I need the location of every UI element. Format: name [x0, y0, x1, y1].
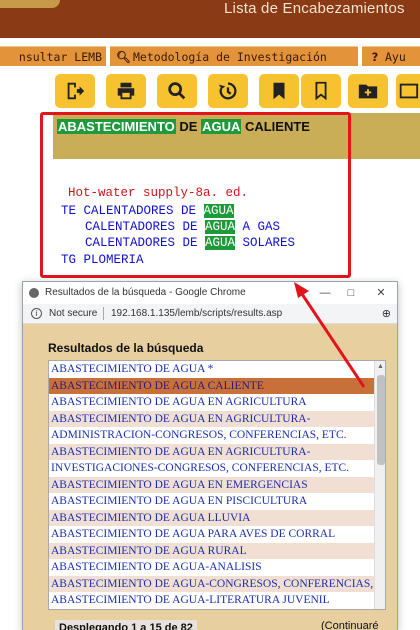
- logo: [0, 0, 60, 8]
- image-icon: [399, 83, 419, 99]
- magnifier-icon: 🔍︎: [116, 50, 131, 64]
- scrollbar[interactable]: ▲: [374, 361, 385, 609]
- list-item[interactable]: ABASTECIMIENTO DE AGUA-LITERATURA JUVENI…: [49, 592, 385, 609]
- tab-label: Metodología de Investigación: [133, 50, 327, 64]
- search-button[interactable]: [157, 74, 197, 108]
- url-text[interactable]: 192.168.1.135/lemb/scripts/results.asp: [111, 308, 282, 319]
- list-item[interactable]: ABASTECIMIENTO DE AGUA EN AGRICULTURA-: [49, 410, 385, 427]
- bookmark-outline-button[interactable]: [301, 74, 341, 108]
- list-item[interactable]: ABASTECIMIENTO DE AGUA EN EMERGENCIAS: [49, 476, 385, 493]
- banner-title: Lista de Encabezamientos: [224, 0, 405, 17]
- export-button[interactable]: [55, 74, 95, 108]
- list-item[interactable]: ABASTECIMIENTO DE AGUA RURAL: [49, 542, 385, 559]
- close-icon[interactable]: ✕: [373, 285, 389, 301]
- list-item[interactable]: ABASTECIMIENTO DE AGUA-CONGRESOS, CONFER…: [49, 575, 385, 592]
- scroll-up-icon[interactable]: ▲: [377, 363, 384, 370]
- question-icon: ?: [371, 50, 379, 64]
- results-list: ABASTECIMIENTO DE AGUA * ABASTECIMIENTO D…: [49, 361, 385, 609]
- list-item[interactable]: ABASTECIMIENTO DE AGUA-ANALISIS: [49, 559, 385, 576]
- search-icon: [168, 82, 186, 100]
- print-button[interactable]: [106, 74, 146, 108]
- window-title: Resultados de la búsqueda - Google Chrom…: [45, 287, 246, 298]
- list-item[interactable]: ABASTECIMIENTO DE AGUA EN AGRICULTURA-: [49, 443, 385, 460]
- bookmark-outline-icon: [315, 81, 327, 101]
- history-icon: [218, 82, 237, 100]
- list-item[interactable]: ABASTECIMIENTO DE AGUA-TARIFAS-METODOS D…: [49, 608, 385, 609]
- add-folder-button[interactable]: [348, 74, 388, 108]
- list-item[interactable]: ADMINISTRACION-CONGRESOS, CONFERENCIAS, …: [49, 427, 385, 444]
- list-item[interactable]: ABASTECIMIENTO DE AGUA PARA AVES DE CORR…: [49, 526, 385, 543]
- top-banner: Lista de Encabezamientos: [0, 0, 420, 38]
- toolbar: [0, 70, 420, 112]
- list-item[interactable]: ABASTECIMIENTO DE AGUA EN AGRICULTURA: [49, 394, 385, 411]
- export-icon: [67, 82, 85, 100]
- tab-metodologia[interactable]: 🔍︎ Metodología de Investigación: [110, 46, 358, 66]
- list-item[interactable]: ABASTECIMIENTO DE AGUA CALIENTE: [49, 377, 385, 394]
- tab-label: nsultar LEMB: [18, 50, 102, 64]
- list-item[interactable]: ABASTECIMIENTO DE AGUA *: [49, 361, 385, 378]
- tab-bar: nsultar LEMB 🔍︎ Metodología de Investigac…: [0, 38, 420, 70]
- list-item[interactable]: ABASTECIMIENTO DE AGUA LLUVIA: [49, 509, 385, 526]
- image-button[interactable]: [396, 74, 420, 108]
- minimize-icon[interactable]: —: [317, 285, 333, 301]
- results-listbox[interactable]: ABASTECIMIENTO DE AGUA * ABASTECIMIENTO D…: [48, 360, 386, 610]
- tab-ayuda[interactable]: ? Ayu: [362, 46, 420, 66]
- add-folder-icon: [358, 84, 378, 99]
- maximize-icon[interactable]: □: [343, 285, 359, 301]
- print-icon: [117, 82, 135, 100]
- continue-link[interactable]: (Continuaré: [321, 620, 378, 630]
- zoom-icon[interactable]: ⊕: [382, 307, 391, 320]
- list-item[interactable]: ABASTECIMIENTO DE AGUA EN PISCICULTURA: [49, 493, 385, 510]
- bookmark-filled-icon: [273, 82, 285, 100]
- bookmark-button[interactable]: [259, 74, 299, 108]
- results-window: Resultados de la búsqueda - Google Chrom…: [22, 281, 398, 630]
- divider: [103, 307, 104, 320]
- tab-label: Ayu: [385, 50, 406, 64]
- results-title: Resultados de la búsqueda: [48, 341, 204, 355]
- annotation-box: [40, 112, 351, 278]
- scroll-thumb[interactable]: [377, 375, 385, 465]
- address-bar[interactable]: i Not secure 192.168.1.135/lemb/scripts/…: [23, 304, 397, 324]
- globe-icon: [29, 288, 39, 298]
- results-count: Desplegando 1 a 15 de 82: [55, 620, 197, 630]
- not-secure-label: Not secure: [49, 308, 98, 319]
- window-titlebar: Resultados de la búsqueda - Google Chrom…: [23, 282, 397, 304]
- info-icon[interactable]: i: [31, 308, 42, 319]
- history-button[interactable]: [208, 74, 248, 108]
- results-content: Resultados de la búsqueda ABASTECIMIENTO…: [23, 324, 397, 630]
- list-item[interactable]: INVESTIGACIONES-CONGRESOS, CONFERENCIAS,…: [49, 460, 385, 477]
- tab-consultar-lemb[interactable]: nsultar LEMB: [0, 46, 106, 66]
